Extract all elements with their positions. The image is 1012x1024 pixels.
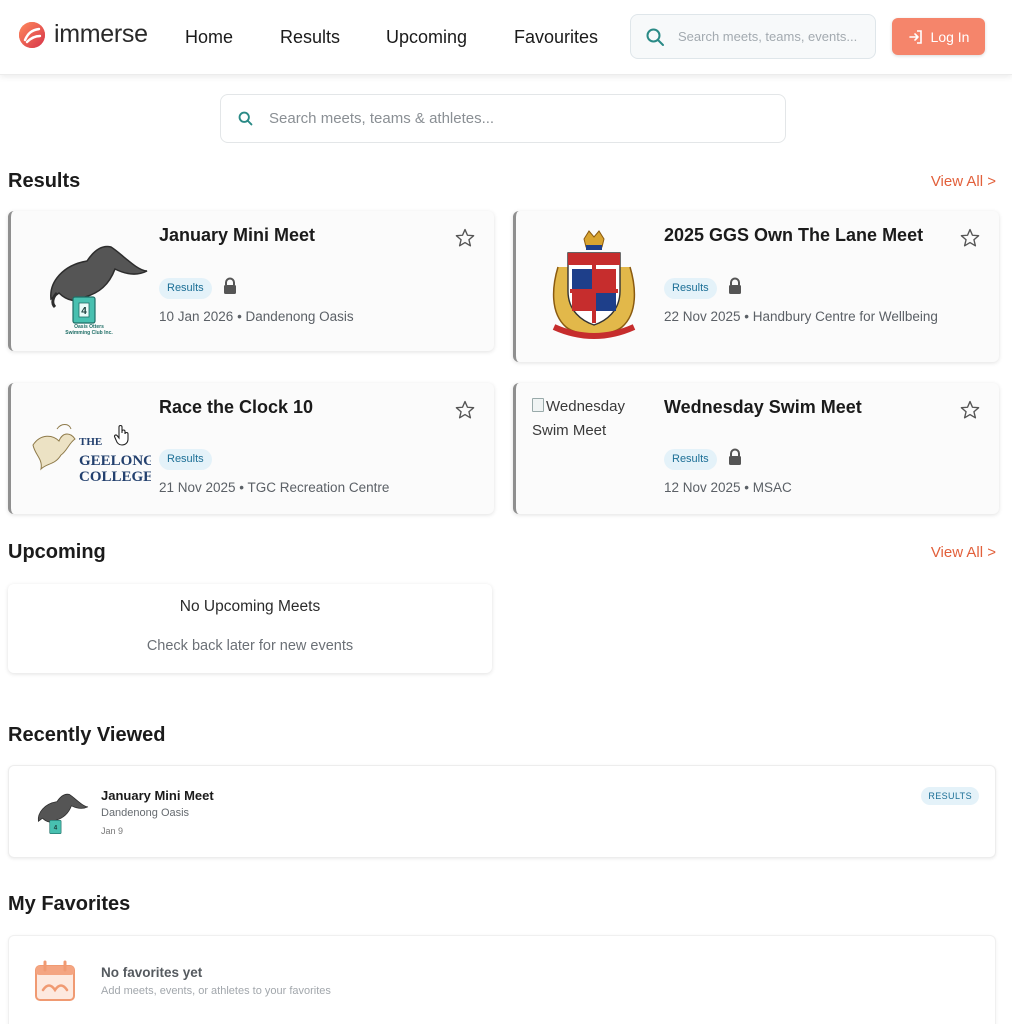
- geelong-college-logo: THE GEELONG COLLEGE: [25, 393, 153, 505]
- login-icon: [908, 29, 922, 44]
- favorites-empty-state: No favorites yet Add meets, events, or a…: [8, 935, 996, 1024]
- meet-card-ggs-own-the-lane[interactable]: 2025 GGS Own The Lane Meet Results 22 No…: [513, 211, 999, 362]
- card-meta: 12 Nov 2025 • MSAC: [664, 480, 792, 495]
- results-badge: Results: [664, 449, 717, 470]
- results-badge: Results: [159, 278, 212, 299]
- svg-text:4: 4: [54, 825, 58, 832]
- favourite-star-button[interactable]: [959, 227, 983, 251]
- star-icon: [960, 400, 980, 419]
- broken-image: Wednesday Swim Meet: [532, 395, 660, 507]
- favorites-empty-title: No favorites yet: [101, 965, 203, 980]
- results-badge: Results: [664, 278, 717, 299]
- lock-icon: [224, 277, 236, 294]
- nav-upcoming[interactable]: Upcoming: [386, 27, 467, 48]
- svg-text:GEELONG: GEELONG: [79, 453, 151, 469]
- lock-icon: [729, 277, 741, 294]
- upcoming-view-all-link[interactable]: View All >: [931, 544, 996, 561]
- login-button[interactable]: Log In: [892, 18, 985, 55]
- favourite-star-button[interactable]: [454, 399, 478, 423]
- search-icon: [646, 28, 664, 46]
- star-icon: [455, 228, 475, 247]
- card-meta: 21 Nov 2025 • TGC Recreation Centre: [159, 480, 390, 495]
- ggs-crest-logo: [530, 229, 658, 341]
- brand-logo-icon: [19, 21, 45, 48]
- card-title: Race the Clock 10: [159, 397, 314, 417]
- main-search-input[interactable]: [269, 110, 749, 127]
- svg-text:COLLEGE: COLLEGE: [79, 469, 151, 485]
- results-view-all-link[interactable]: View All >: [931, 173, 996, 190]
- card-title: January Mini Meet: [159, 225, 316, 245]
- brand-name: immerse: [54, 20, 148, 48]
- results-heading: Results: [8, 170, 81, 192]
- favorites-heading: My Favorites: [8, 893, 131, 915]
- brand[interactable]: immerse: [18, 20, 148, 49]
- card-title: Wednesday Swim Meet: [664, 397, 862, 417]
- card-meta: 22 Nov 2025 • Handbury Centre for Wellbe…: [664, 309, 938, 324]
- main-search[interactable]: [220, 94, 786, 143]
- favourite-star-button[interactable]: [959, 399, 983, 423]
- header-search[interactable]: [630, 14, 876, 59]
- nav-results[interactable]: Results: [280, 27, 340, 48]
- upcoming-heading: Upcoming: [8, 541, 106, 563]
- nav-home[interactable]: Home: [185, 27, 233, 48]
- card-title: 2025 GGS Own The Lane Meet: [664, 225, 924, 245]
- header-search-input[interactable]: [678, 29, 868, 44]
- meet-card-january-mini-meet[interactable]: 4 Oasis Otters Swimming Club Inc. Januar…: [8, 211, 494, 351]
- recent-item-date: Jan 9: [101, 826, 124, 836]
- recent-item[interactable]: 4 January Mini Meet Dandenong Oasis Jan …: [8, 765, 996, 858]
- oasis-otters-logo: 4: [37, 793, 89, 835]
- top-header: immerse Home Results Upcoming Favourites…: [0, 0, 1012, 75]
- star-icon: [960, 228, 980, 247]
- lock-icon: [729, 448, 741, 465]
- star-icon: [455, 400, 475, 419]
- recent-item-title: January Mini Meet: [101, 788, 214, 803]
- recent-item-venue: Dandenong Oasis: [101, 807, 190, 819]
- nav-favourites[interactable]: Favourites: [514, 27, 598, 48]
- search-icon: [238, 111, 253, 126]
- favourite-star-button[interactable]: [454, 227, 478, 251]
- recently-viewed-heading: Recently Viewed: [8, 724, 166, 746]
- upcoming-empty-state: No Upcoming Meets Check back later for n…: [8, 584, 492, 673]
- login-label: Log In: [930, 28, 970, 45]
- meet-card-wednesday-swim-meet[interactable]: Wednesday Swim Meet Wednesday Swim Meet …: [513, 383, 999, 514]
- meet-card-race-the-clock-10[interactable]: THE GEELONG COLLEGE Race the Clock 10 Re…: [8, 383, 494, 514]
- results-badge: RESULTS: [921, 787, 979, 805]
- svg-text:Swimming Club Inc.: Swimming Club Inc.: [65, 330, 113, 335]
- svg-text:4: 4: [81, 306, 87, 317]
- empty-subtitle: Check back later for new events: [146, 638, 354, 654]
- card-meta: 10 Jan 2026 • Dandenong Oasis: [159, 309, 354, 324]
- svg-text:THE: THE: [79, 436, 102, 448]
- oasis-otters-logo: 4 Oasis Otters Swimming Club Inc.: [25, 225, 153, 337]
- broken-image-icon: [532, 398, 544, 412]
- favorites-empty-subtitle: Add meets, events, or athletes to your f…: [101, 985, 331, 997]
- results-badge: Results: [159, 449, 212, 470]
- image-alt-text: Wednesday Swim Meet: [532, 398, 625, 439]
- calendar-wave-icon: [35, 960, 75, 1001]
- empty-title: No Upcoming Meets: [179, 598, 321, 615]
